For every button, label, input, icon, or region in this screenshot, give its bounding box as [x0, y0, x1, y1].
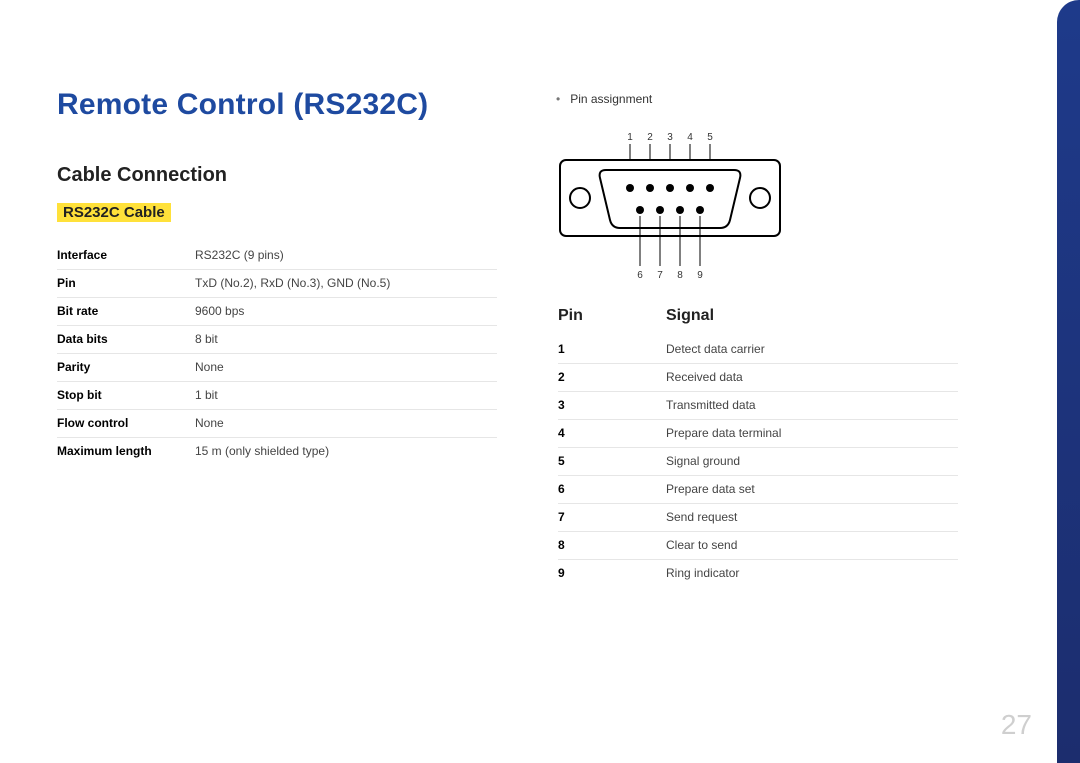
spec-value: 8 bit	[195, 332, 497, 346]
pin-number: 2	[558, 370, 666, 384]
pin-top-label: 3	[667, 132, 673, 143]
spec-row: Flow controlNone	[57, 410, 497, 438]
pin-number: 6	[558, 482, 666, 496]
pin-bottom-label: 6	[637, 270, 643, 281]
page: Remote Control (RS232C) Cable Connection…	[0, 0, 1080, 763]
pin-number: 9	[558, 566, 666, 580]
spec-row: InterfaceRS232C (9 pins)	[57, 242, 497, 270]
spec-value: RS232C (9 pins)	[195, 248, 497, 262]
side-stripe	[1057, 0, 1080, 763]
pin-top-label: 5	[707, 132, 713, 143]
spec-value: None	[195, 416, 497, 430]
page-number: 27	[1001, 709, 1032, 741]
pin-signal: Received data	[666, 370, 958, 384]
pin-header-pin: Pin	[558, 307, 666, 325]
pin-signal: Send request	[666, 510, 958, 524]
pin-row: 5Signal ground	[558, 448, 958, 476]
pin-number: 5	[558, 454, 666, 468]
pin-signal: Prepare data set	[666, 482, 958, 496]
pin-row: 3Transmitted data	[558, 392, 958, 420]
pin-top-label: 2	[647, 132, 653, 143]
pin-row: 4Prepare data terminal	[558, 420, 958, 448]
section-heading: Cable Connection	[57, 164, 227, 187]
spec-label: Stop bit	[57, 388, 195, 402]
page-title: Remote Control (RS232C)	[57, 88, 428, 122]
pin-row: 8Clear to send	[558, 532, 958, 560]
pin-top-label: 1	[627, 132, 633, 143]
spec-value: 15 m (only shielded type)	[195, 444, 497, 458]
spec-value: None	[195, 360, 497, 374]
pin-bottom-label: 9	[697, 270, 703, 281]
pin-number: 3	[558, 398, 666, 412]
pin-row: 7Send request	[558, 504, 958, 532]
pin-row: 2Received data	[558, 364, 958, 392]
pin-signal: Transmitted data	[666, 398, 958, 412]
pin-row: 9Ring indicator	[558, 560, 958, 587]
spec-row: Maximum length15 m (only shielded type)	[57, 438, 497, 465]
pin-signal: Detect data carrier	[666, 342, 958, 356]
pin-bottom-label: 7	[657, 270, 663, 281]
pin-table-header: Pin Signal	[558, 307, 958, 325]
pin-signal: Signal ground	[666, 454, 958, 468]
pin-assignment-label: Pin assignment	[556, 92, 652, 106]
pin-number: 8	[558, 538, 666, 552]
pin-header-signal: Signal	[666, 307, 958, 325]
spec-label: Bit rate	[57, 304, 195, 318]
spec-row: Bit rate9600 bps	[57, 298, 497, 326]
pin-signal-table: 1Detect data carrier2Received data3Trans…	[558, 336, 958, 587]
spec-label: Interface	[57, 248, 195, 262]
spec-value: 9600 bps	[195, 304, 497, 318]
spec-value: 1 bit	[195, 388, 497, 402]
subsection-heading: RS232C Cable	[57, 203, 171, 222]
pin-top-label: 4	[687, 132, 693, 143]
spec-label: Parity	[57, 360, 195, 374]
spec-row: Data bits8 bit	[57, 326, 497, 354]
spec-value: TxD (No.2), RxD (No.3), GND (No.5)	[195, 276, 497, 290]
cable-spec-table: InterfaceRS232C (9 pins)PinTxD (No.2), R…	[57, 242, 497, 465]
pin-row: 1Detect data carrier	[558, 336, 958, 364]
pin-bottom-label: 8	[677, 270, 683, 281]
pin-number: 4	[558, 426, 666, 440]
spec-label: Data bits	[57, 332, 195, 346]
spec-row: ParityNone	[57, 354, 497, 382]
pin-signal: Prepare data terminal	[666, 426, 958, 440]
spec-label: Pin	[57, 276, 195, 290]
spec-label: Maximum length	[57, 444, 195, 458]
pin-number: 1	[558, 342, 666, 356]
pin-signal: Ring indicator	[666, 566, 958, 580]
pin-row: 6Prepare data set	[558, 476, 958, 504]
pin-number: 7	[558, 510, 666, 524]
spec-row: Stop bit1 bit	[57, 382, 497, 410]
db9-connector-diagram: 1 2 3 4 5 6 7 8 9	[540, 120, 800, 295]
spec-row: PinTxD (No.2), RxD (No.3), GND (No.5)	[57, 270, 497, 298]
pin-signal: Clear to send	[666, 538, 958, 552]
spec-label: Flow control	[57, 416, 195, 430]
